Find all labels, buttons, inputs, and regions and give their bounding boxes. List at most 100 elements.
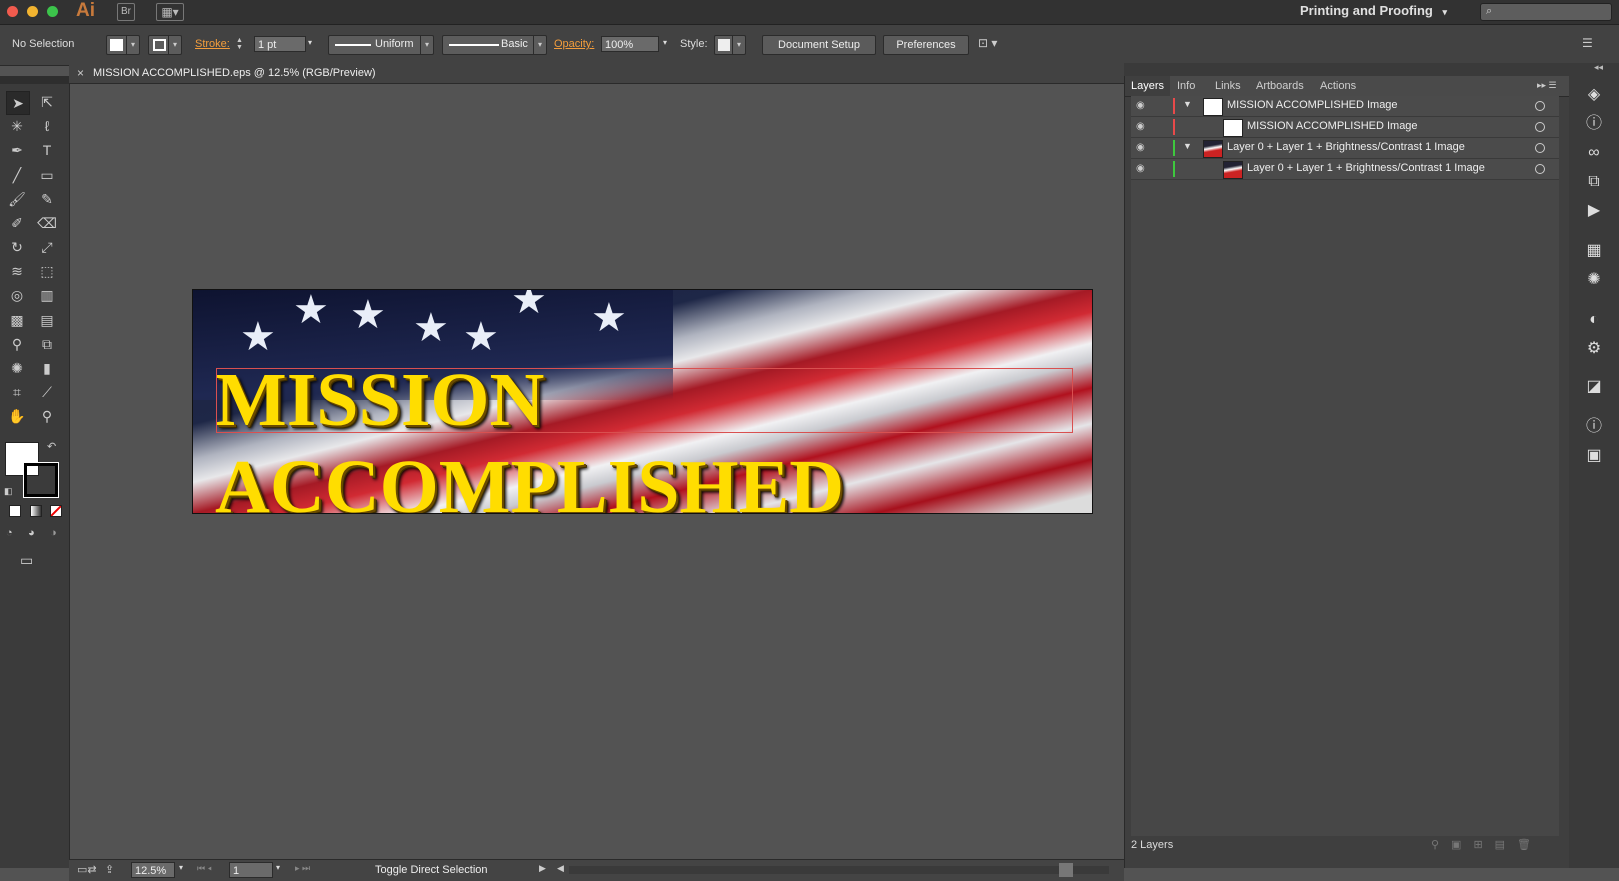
tab-layers[interactable]: Layers [1125,76,1171,96]
fill-swatch-dropdown[interactable]: ▾ [106,35,140,55]
stroke-weight-arrow-icon[interactable]: ▾ [308,38,312,47]
artboard-number-field[interactable]: 1 [229,862,273,878]
visibility-eye-icon[interactable]: ◉ [1136,99,1150,113]
collapse-panels-icon[interactable]: ◂◂ [1594,62,1603,73]
stroke-stepper[interactable]: ▲ ▼ [236,37,243,51]
target-circle-icon[interactable] [1535,122,1545,132]
screen-mode-icon[interactable]: ▭ [20,552,33,569]
variable-width-profile-dropdown[interactable]: Uniform ▾ [328,35,434,55]
rotate-tool-icon[interactable]: ↻ [6,236,28,258]
share-icon[interactable]: ⇪ [105,863,114,876]
layer-row[interactable]: ◉ ▼ Layer 0 + Layer 1 + Brightness/Contr… [1131,138,1559,159]
zoom-window-button[interactable] [47,6,58,17]
close-window-button[interactable] [7,6,18,17]
arrange-documents-icon[interactable]: ▦▾ [156,3,184,21]
info-panel-icon[interactable]: ⓘ [1583,113,1605,135]
brush-definition-dropdown[interactable]: Basic ▾ [442,35,547,55]
links-panel-icon[interactable]: ∞ [1583,142,1605,164]
actions-panel-icon[interactable]: ▶ [1583,200,1605,222]
shape-builder-tool-icon[interactable]: ◎ [6,284,28,306]
target-circle-icon[interactable] [1535,101,1545,111]
document-tab[interactable]: × MISSION ACCOMPLISHED.eps @ 12.5% (RGB/… [69,63,1124,84]
first-artboard-icon[interactable]: ⏮ ◂ [197,863,212,874]
arrange-icon[interactable]: ⊡ ▾ [978,36,997,50]
panel-menu-icon[interactable]: ▸▸ ☰ [1537,80,1557,91]
eyedropper-tool-icon[interactable]: ⚲ [6,333,28,355]
document-info-panel-icon[interactable]: ⓘ [1583,416,1605,438]
zoom-arrow-icon[interactable]: ▾ [179,863,183,872]
visibility-eye-icon[interactable]: ◉ [1136,141,1150,155]
expand-triangle-icon[interactable]: ▼ [1183,141,1192,151]
column-graph-tool-icon[interactable]: ▮ [36,357,58,379]
free-transform-tool-icon[interactable]: ⬚ [36,260,58,282]
artboards-panel-icon[interactable]: ⧉ [1583,171,1605,193]
separations-panel-icon[interactable]: ▣ [1583,445,1605,467]
magic-wand-tool-icon[interactable]: ✳ [6,115,28,137]
expand-triangle-icon[interactable]: ▼ [1183,99,1192,109]
target-circle-icon[interactable] [1535,143,1545,153]
stroke-swatch-dropdown[interactable]: ▾ [148,35,182,55]
stroke-color-swatch[interactable] [23,462,59,498]
swap-fill-stroke-icon[interactable]: ↶ [47,440,56,453]
none-mode-icon[interactable] [50,505,62,517]
opacity-label[interactable]: Opacity: [554,38,594,50]
tab-links[interactable]: Links [1209,76,1247,96]
tab-info[interactable]: Info [1171,76,1201,96]
target-circle-icon[interactable] [1535,164,1545,174]
artboard-arrow-icon[interactable]: ▾ [276,863,280,872]
default-colors-icon[interactable]: ◧ [4,486,13,497]
gpu-icon[interactable]: ▭⇄ [77,863,97,876]
symbol-sprayer-tool-icon[interactable]: ✺ [6,357,28,379]
rectangle-tool-icon[interactable]: ▭ [36,164,58,186]
brushes-panel-icon[interactable]: ✺ [1583,269,1605,291]
scale-tool-icon[interactable]: ⤢ [36,236,58,258]
opacity-arrow-icon[interactable]: ▾ [663,38,667,47]
lasso-tool-icon[interactable]: ℓ [36,115,58,137]
color-mode-icon[interactable] [9,505,21,517]
panel-menu-icon[interactable]: ☰ [1582,36,1593,50]
close-document-icon[interactable]: × [77,66,84,80]
gradient-tool-icon[interactable]: ▤ [36,309,58,331]
preferences-button[interactable]: Preferences [883,35,969,55]
scrollbar-thumb[interactable] [1059,863,1073,877]
mesh-tool-icon[interactable]: ▩ [6,309,28,331]
draw-normal-icon[interactable]: ◔ [6,527,13,539]
visibility-eye-icon[interactable]: ◉ [1136,162,1150,176]
tab-actions[interactable]: Actions [1314,76,1362,96]
workspace-switcher[interactable]: Printing and Proofing ▾ [1300,0,1470,24]
width-tool-icon[interactable]: ≋ [6,260,28,282]
blob-brush-tool-icon[interactable]: ✐ [6,212,28,234]
slice-tool-icon[interactable]: ⟋ [36,381,58,403]
horizontal-scrollbar[interactable] [569,863,1109,877]
last-artboard-icon[interactable]: ▸ ⏭ [295,863,310,874]
layers-panel-icon[interactable]: ◈ [1583,84,1605,106]
draw-behind-icon[interactable]: ◕ [28,527,35,539]
eraser-tool-icon[interactable]: ⌫ [36,212,58,234]
paintbrush-tool-icon[interactable]: 🖌 [6,188,28,210]
stroke-weight-field[interactable]: 1 pt [254,36,306,52]
line-tool-icon[interactable]: ╱ [6,164,28,186]
gradient-mode-icon[interactable] [30,505,42,517]
zoom-tool-icon[interactable]: ⚲ [36,405,58,427]
search-input[interactable]: ⌕ [1480,3,1612,21]
graphic-style-dropdown[interactable]: ▾ [714,35,746,55]
tab-artboards[interactable]: Artboards [1250,76,1310,96]
artboard-tool-icon[interactable]: ⌗ [6,381,28,403]
appearance-panel-icon[interactable]: ◐ [1583,309,1605,331]
layer-row[interactable]: ◉ MISSION ACCOMPLISHED Image [1131,117,1559,138]
pen-tool-icon[interactable]: ✒ [6,139,28,161]
graphic-styles-panel-icon[interactable]: ⚙ [1583,338,1605,360]
hand-tool-icon[interactable]: ✋ [6,405,28,427]
layer-actions-icons[interactable]: ⚲▣⊞▤🗑 [1431,838,1543,851]
transparency-panel-icon[interactable]: ◪ [1583,376,1605,398]
draw-inside-icon[interactable]: ◑ [50,527,57,539]
perspective-grid-tool-icon[interactable]: ▥ [36,284,58,306]
status-menu-arrow-icon[interactable]: ▶ [539,863,546,874]
document-setup-button[interactable]: Document Setup [762,35,876,55]
type-tool-icon[interactable]: T [36,139,58,161]
layer-row[interactable]: ◉ ▼ MISSION ACCOMPLISHED Image [1131,96,1559,117]
selection-tool-icon[interactable]: ➤ [6,91,30,115]
scroll-left-icon[interactable]: ◀ [557,863,564,874]
layer-row[interactable]: ◉ Layer 0 + Layer 1 + Brightness/Contras… [1131,159,1559,180]
opacity-field[interactable]: 100% [601,36,659,52]
